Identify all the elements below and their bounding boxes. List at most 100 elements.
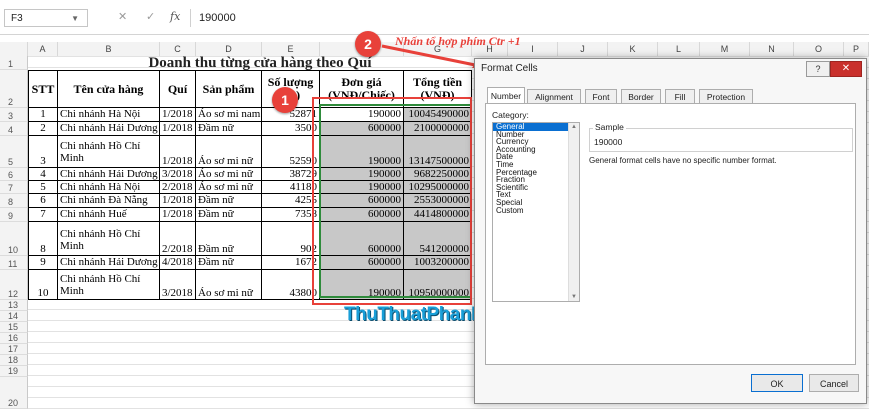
table-cell[interactable]: Chi nhánh Hải Dương [58, 256, 160, 270]
table-cell[interactable]: 600000 [320, 194, 404, 208]
row-header[interactable]: 16 [0, 333, 28, 344]
table-cell[interactable]: Chi nhánh Hà Nội [58, 181, 160, 194]
row-header[interactable]: 1 [0, 56, 28, 70]
table-cell[interactable]: 7 [28, 208, 58, 222]
row-header[interactable]: 17 [0, 344, 28, 355]
row-header[interactable]: 14 [0, 311, 28, 322]
row-header[interactable]: 18 [0, 355, 28, 366]
table-cell[interactable]: 9 [28, 256, 58, 270]
column-header[interactable]: P [844, 42, 869, 56]
table-cell[interactable]: 3 [28, 136, 58, 168]
column-header[interactable]: L [658, 42, 700, 56]
category-list[interactable]: General Number Currency Accounting Date … [492, 122, 580, 302]
table-header-cell[interactable]: Quí [160, 70, 196, 108]
table-cell[interactable]: 4 [28, 168, 58, 181]
close-button[interactable]: ✕ [830, 61, 862, 77]
row-header[interactable]: 12 [0, 270, 28, 300]
table-cell[interactable]: 902 [262, 222, 320, 256]
formula-input[interactable]: 190000 [190, 9, 866, 27]
table-cell[interactable]: 8 [28, 222, 58, 256]
table-cell[interactable]: 10 [28, 270, 58, 300]
table-header-cell[interactable]: Tổng tiền (VNĐ) [404, 70, 472, 108]
name-box[interactable]: F3 ▼ [4, 9, 88, 27]
table-header-cell[interactable]: Sản phẩm [196, 70, 262, 108]
select-all-corner[interactable] [0, 42, 28, 56]
table-cell[interactable]: Đầm nữ [196, 194, 262, 208]
table-cell[interactable]: Đầm nữ [196, 122, 262, 136]
column-header[interactable]: A [28, 42, 58, 56]
row-header[interactable]: 9 [0, 208, 28, 222]
table-cell[interactable]: 5 [28, 181, 58, 194]
column-header[interactable]: M [700, 42, 750, 56]
table-cell[interactable]: 600000 [320, 256, 404, 270]
table-cell[interactable]: 190000 [320, 181, 404, 194]
table-cell[interactable]: 9682250000 [404, 168, 472, 181]
table-cell[interactable]: Áo sơ mi nữ [196, 136, 262, 168]
table-cell[interactable]: 4255 [262, 194, 320, 208]
table-cell[interactable]: Chi nhánh Hồ Chí Minh [58, 270, 160, 300]
row-header[interactable]: 3 [0, 108, 28, 122]
table-cell[interactable]: 38729 [262, 168, 320, 181]
table-header-cell[interactable]: STT [28, 70, 58, 108]
table-cell[interactable]: 10950000000 [404, 270, 472, 300]
row-header[interactable]: 10 [0, 222, 28, 256]
table-cell[interactable]: Áo sơ mi nữ [196, 270, 262, 300]
table-cell[interactable]: 190000 [320, 168, 404, 181]
tab-number[interactable]: Number [487, 87, 525, 103]
table-cell[interactable]: 1003200000 [404, 256, 472, 270]
table-cell[interactable]: 600000 [320, 208, 404, 222]
table-cell[interactable]: Áo sơ mi nữ [196, 168, 262, 181]
row-header[interactable]: 11 [0, 256, 28, 270]
table-cell[interactable]: Chi nhánh Hải Dương [58, 122, 160, 136]
table-cell[interactable]: 52590 [262, 136, 320, 168]
table-cell[interactable]: 2/2018 [160, 181, 196, 194]
table-cell[interactable]: Chi nhánh Hồ Chí Minh [58, 136, 160, 168]
tab-font[interactable]: Font [585, 89, 617, 103]
column-header[interactable]: C [160, 42, 196, 56]
table-header-cell[interactable]: Tên cửa hàng [58, 70, 160, 108]
table-cell[interactable]: 2 [28, 122, 58, 136]
table-cell[interactable]: 2100000000 [404, 122, 472, 136]
table-cell[interactable]: 13147500000 [404, 136, 472, 168]
table-cell[interactable]: 190000 [320, 270, 404, 300]
row-header[interactable]: 19 [0, 366, 28, 377]
table-cell[interactable]: Đầm nữ [196, 208, 262, 222]
column-header[interactable]: O [794, 42, 844, 56]
table-cell[interactable]: 190000 [320, 136, 404, 168]
column-header[interactable]: K [608, 42, 658, 56]
row-header[interactable]: 7 [0, 181, 28, 194]
tab-fill[interactable]: Fill [665, 89, 695, 103]
tab-alignment[interactable]: Alignment [527, 89, 581, 103]
column-header[interactable]: B [58, 42, 160, 56]
table-cell[interactable]: 10045490000 [404, 108, 472, 122]
scroll-up-icon[interactable]: ▲ [569, 124, 579, 130]
table-cell[interactable]: 1/2018 [160, 208, 196, 222]
scroll-down-icon[interactable]: ▼ [569, 294, 579, 300]
column-header[interactable]: N [750, 42, 794, 56]
table-cell[interactable]: 1672 [262, 256, 320, 270]
table-cell[interactable]: Chi nhánh Hà Nội [58, 108, 160, 122]
table-cell[interactable]: 2/2018 [160, 222, 196, 256]
row-header[interactable]: 20 [0, 377, 28, 409]
ok-button[interactable]: OK [751, 374, 803, 392]
table-cell[interactable]: 190000 [320, 108, 404, 122]
table-cell[interactable]: Đầm nữ [196, 256, 262, 270]
table-cell[interactable]: Chi nhánh Huế [58, 208, 160, 222]
column-header[interactable]: J [558, 42, 608, 56]
table-cell[interactable]: Chi nhánh Hồ Chí Minh [58, 222, 160, 256]
table-cell[interactable]: 1/2018 [160, 194, 196, 208]
table-cell[interactable]: 1/2018 [160, 108, 196, 122]
table-cell[interactable]: 3/2018 [160, 168, 196, 181]
table-cell[interactable]: Chi nhánh Hải Dương [58, 168, 160, 181]
enter-icon[interactable]: ✓ [146, 10, 155, 23]
insert-function-icon[interactable]: fx [170, 10, 180, 23]
cancel-button[interactable]: Cancel [809, 374, 859, 392]
tab-border[interactable]: Border [621, 89, 661, 103]
row-header[interactable]: 4 [0, 122, 28, 136]
table-cell[interactable]: Áo sơ mi nam [196, 108, 262, 122]
chevron-down-icon[interactable]: ▼ [71, 10, 79, 28]
row-header[interactable]: 2 [0, 70, 28, 108]
table-cell[interactable]: 10295000000 [404, 181, 472, 194]
table-cell[interactable]: 600000 [320, 222, 404, 256]
row-header[interactable]: 13 [0, 300, 28, 311]
